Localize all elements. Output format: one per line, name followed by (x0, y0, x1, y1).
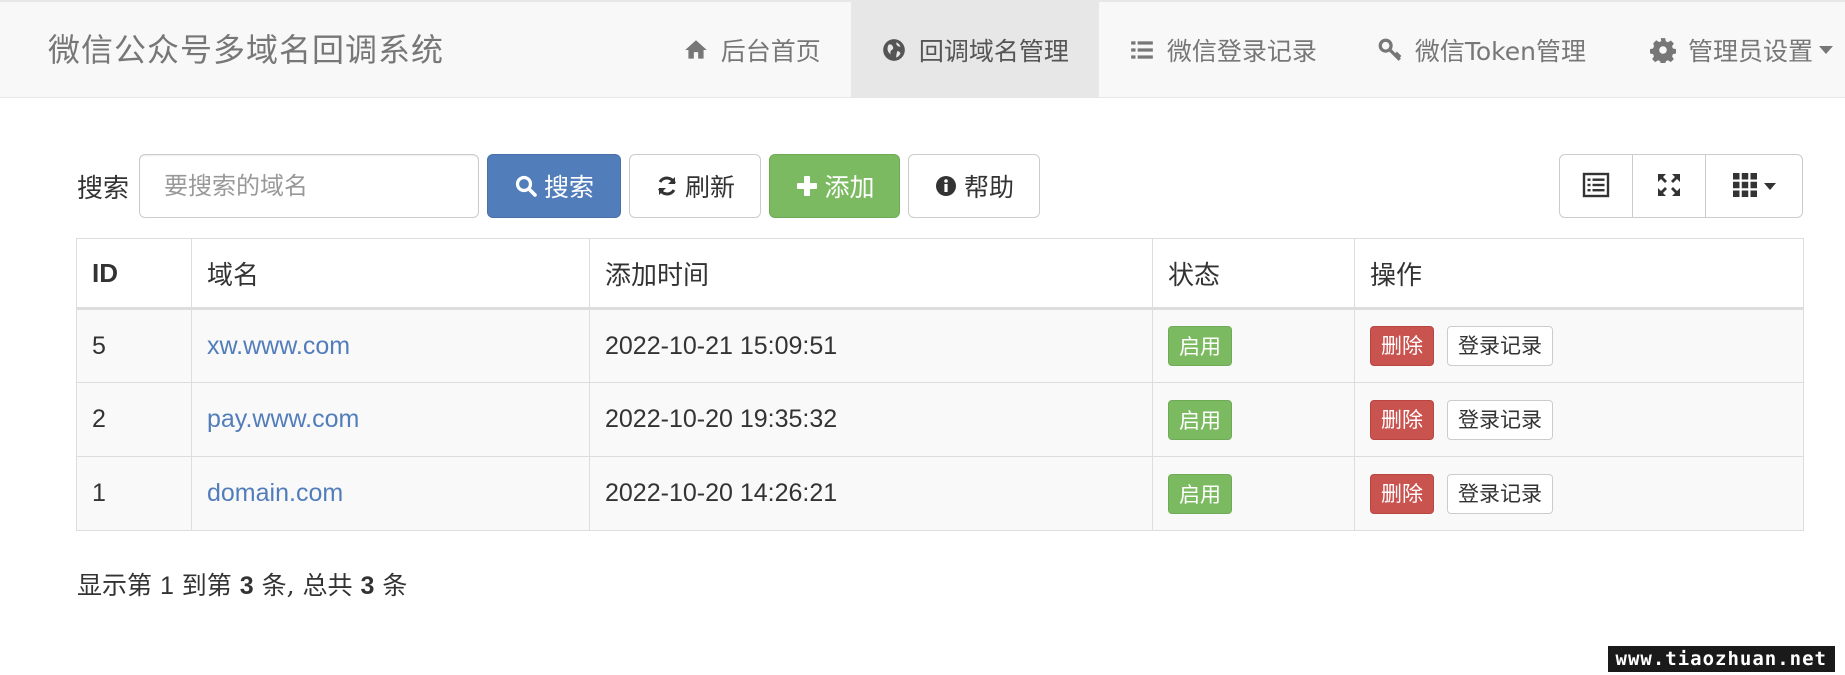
cell-added-time: 2022-10-20 19:35:32 (589, 382, 1153, 457)
add-button[interactable]: 添加 (769, 154, 901, 218)
pagination-text: 条, 总共 (253, 571, 361, 600)
table-row: 5 xw.www.com 2022-10-21 15:09:51 启用 删除 登… (76, 308, 1804, 383)
brand-title[interactable]: 微信公众号多域名回调系统 (48, 2, 444, 98)
cell-status: 启用 (1152, 382, 1355, 457)
table-row: 2 pay.www.com 2022-10-20 19:35:32 启用 删除 … (76, 382, 1804, 457)
domain-table: ID 域名 添加时间 状态 操作 5 xw.www.com 2022-10-21… (76, 238, 1804, 531)
pagination-text: 条 (374, 571, 408, 600)
cell-domain: domain.com (191, 456, 590, 531)
pagination-info: 显示第 1 到第 3 条, 总共 3 条 (77, 566, 407, 602)
delete-button[interactable]: 删除 (1370, 399, 1434, 440)
key-icon (1377, 37, 1403, 63)
column-header-added-time[interactable]: 添加时间 (589, 238, 1153, 310)
fullscreen-icon (1655, 171, 1683, 202)
status-badge[interactable]: 启用 (1168, 399, 1232, 440)
cell-domain: xw.www.com (191, 308, 590, 383)
cell-actions: 删除 登录记录 (1354, 456, 1804, 531)
fullscreen-button[interactable] (1632, 154, 1706, 218)
nav-item-callback-domains[interactable]: 回调域名管理 (850, 2, 1099, 98)
chevron-down-icon (1819, 46, 1833, 54)
cell-status: 启用 (1152, 456, 1355, 531)
navbar: 微信公众号多域名回调系统 后台首页 回调域名管理 微信登录记录 微信Token管… (0, 0, 1845, 98)
list-view-icon (1582, 171, 1610, 202)
nav-item-admin-settings[interactable]: 管理员设置 (1620, 2, 1845, 98)
table-header-row: ID 域名 添加时间 状态 操作 (76, 238, 1804, 310)
card-view-button[interactable] (1559, 154, 1633, 218)
toolbar: 搜索 搜索 刷新 添加 帮助 (77, 154, 1041, 218)
help-button-label: 帮助 (964, 173, 1015, 202)
gear-icon (1649, 37, 1676, 63)
nav-item-label: 微信登录记录 (1166, 37, 1317, 66)
plus-icon (795, 174, 819, 198)
cell-actions: 删除 登录记录 (1354, 382, 1804, 457)
domain-link[interactable]: xw.www.com (207, 332, 350, 360)
search-label: 搜索 (77, 173, 130, 204)
delete-button[interactable]: 删除 (1370, 473, 1434, 514)
pagination-total: 3 (360, 572, 375, 600)
cell-added-time: 2022-10-21 15:09:51 (589, 308, 1153, 383)
login-log-button[interactable]: 登录记录 (1446, 326, 1553, 366)
pagination-text: 显示第 (77, 571, 160, 600)
delete-button[interactable]: 删除 (1370, 326, 1434, 366)
columns-grid-icon (1732, 172, 1758, 201)
globe-icon (881, 37, 907, 63)
nav-item-wechat-login-log[interactable]: 微信登录记录 (1099, 2, 1347, 98)
status-badge[interactable]: 启用 (1168, 326, 1232, 366)
login-log-button[interactable]: 登录记录 (1446, 399, 1553, 440)
nav-item-label: 微信Token管理 (1414, 37, 1586, 66)
columns-toggle-button[interactable] (1705, 154, 1803, 218)
nav-item-home[interactable]: 后台首页 (653, 2, 851, 98)
domain-link[interactable]: pay.www.com (207, 405, 359, 433)
cell-id: 1 (76, 456, 192, 531)
pagination-text: 到第 (173, 571, 240, 600)
pagination-to: 3 (239, 572, 254, 600)
search-button-label: 搜索 (544, 173, 595, 202)
column-header-status[interactable]: 状态 (1152, 238, 1355, 310)
info-icon (934, 174, 958, 198)
cell-id: 2 (76, 382, 192, 457)
view-toggle-group (1559, 154, 1803, 218)
nav-item-label: 管理员设置 (1687, 37, 1813, 66)
status-badge[interactable]: 启用 (1168, 473, 1232, 514)
search-input[interactable] (139, 154, 480, 218)
home-icon (683, 37, 709, 63)
column-header-actions[interactable]: 操作 (1354, 238, 1804, 310)
chevron-down-icon (1764, 182, 1776, 190)
add-button-label: 添加 (824, 173, 875, 202)
column-header-domain[interactable]: 域名 (191, 238, 590, 310)
cell-id: 5 (76, 308, 192, 383)
nav-item-wechat-token[interactable]: 微信Token管理 (1347, 2, 1620, 98)
table-row: 1 domain.com 2022-10-20 14:26:21 启用 删除 登… (76, 456, 1804, 531)
column-header-id[interactable]: ID (76, 238, 192, 310)
cell-status: 启用 (1152, 308, 1355, 383)
refresh-button[interactable]: 刷新 (629, 154, 762, 218)
nav-menu: 后台首页 回调域名管理 微信登录记录 微信Token管理 管理员设置 (653, 2, 1845, 98)
refresh-icon (655, 174, 679, 198)
refresh-button-label: 刷新 (685, 173, 736, 202)
nav-item-label: 回调域名管理 (918, 37, 1069, 66)
search-icon (514, 174, 538, 198)
cell-actions: 删除 登录记录 (1354, 308, 1804, 383)
login-log-button[interactable]: 登录记录 (1446, 473, 1553, 514)
cell-domain: pay.www.com (191, 382, 590, 457)
pagination-from: 1 (159, 572, 174, 600)
domain-link[interactable]: domain.com (207, 479, 343, 507)
cell-added-time: 2022-10-20 14:26:21 (589, 456, 1153, 531)
search-button[interactable]: 搜索 (487, 154, 622, 218)
list-icon (1129, 37, 1155, 63)
watermark: www.tiaozhuan.net (1607, 646, 1835, 672)
help-button[interactable]: 帮助 (908, 154, 1041, 218)
nav-item-label: 后台首页 (720, 37, 821, 66)
